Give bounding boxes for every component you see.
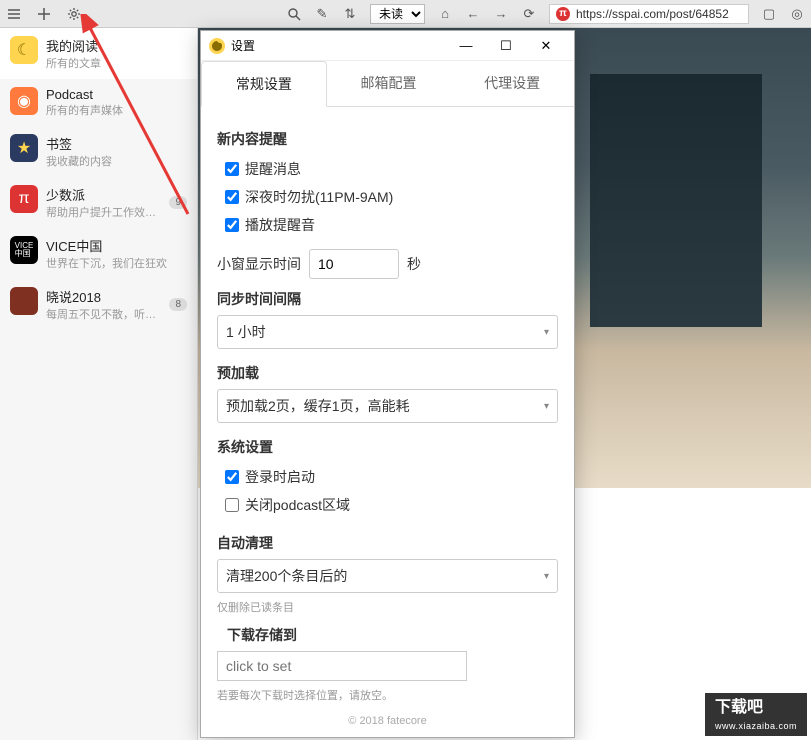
section-autoclean: 自动清理 bbox=[217, 533, 558, 553]
moon-icon: ☾ bbox=[10, 36, 38, 64]
feed-title: Podcast bbox=[46, 87, 187, 102]
settings-dialog: 设置 — ☐ ✕ 常规设置 邮箱配置 代理设置 新内容提醒 提醒消息 深夜时勿扰… bbox=[200, 30, 575, 738]
section-system: 系统设置 bbox=[217, 437, 558, 457]
feed-title: 书签 bbox=[46, 134, 187, 153]
section-sync: 同步时间间隔 bbox=[217, 289, 558, 309]
preload-select[interactable]: 预加载2页，缓存1页，高能耗 bbox=[217, 389, 558, 423]
checkbox-dnd[interactable] bbox=[225, 190, 239, 204]
feed-title: 少数派 bbox=[46, 185, 161, 204]
popup-seconds-input[interactable] bbox=[309, 249, 399, 279]
popup-label-post: 秒 bbox=[407, 254, 421, 274]
feed-item-bookmarks[interactable]: ★ 书签 我收藏的内容 bbox=[0, 126, 197, 177]
gear-icon[interactable] bbox=[66, 6, 82, 22]
checkbox-remind[interactable] bbox=[225, 162, 239, 176]
checkbox-close-podcast[interactable] bbox=[225, 498, 239, 512]
feed-subtitle: 所有的有声媒体 bbox=[46, 102, 187, 118]
menu-icon[interactable] bbox=[6, 6, 22, 22]
filter-select[interactable]: 未读 bbox=[370, 4, 425, 24]
download-arrow-icon: ⬇ bbox=[683, 699, 705, 728]
section-new-content: 新内容提醒 bbox=[217, 129, 558, 149]
feed-item-xiaoshuo[interactable]: 晓说2018 每周五不见不散，听矮大紧老... 8 bbox=[0, 279, 197, 330]
site-favicon: π bbox=[556, 7, 570, 21]
vice-icon: VICE中国 bbox=[10, 236, 38, 264]
dialog-titlebar: 设置 — ☐ ✕ bbox=[201, 31, 574, 61]
url-text: https://sspai.com/post/64852 bbox=[576, 7, 729, 21]
url-bar[interactable]: π https://sspai.com/post/64852 bbox=[549, 4, 749, 24]
podcast-icon: ◉ bbox=[10, 87, 38, 115]
checkbox-sound[interactable] bbox=[225, 218, 239, 232]
feed-title: 晓说2018 bbox=[46, 287, 161, 306]
home-icon[interactable]: ⌂ bbox=[437, 6, 453, 22]
feed-item-sspai[interactable]: π 少数派 帮助用户提升工作效率和生... 9 bbox=[0, 177, 197, 228]
feed-sidebar: ☾ 我的阅读 所有的文章 ◉ Podcast 所有的有声媒体 ★ 书签 我收藏的… bbox=[0, 28, 198, 740]
watermark-url: www.xiazaiba.com bbox=[715, 721, 797, 731]
unread-badge: 8 bbox=[169, 298, 187, 311]
dialog-footer: © 2018 fatecore bbox=[201, 709, 574, 737]
check-remind[interactable]: 提醒消息 bbox=[217, 155, 558, 183]
pi-icon: π bbox=[10, 185, 38, 213]
feed-subtitle: 我收藏的内容 bbox=[46, 153, 187, 169]
feed-item-myreading[interactable]: ☾ 我的阅读 所有的文章 bbox=[0, 28, 197, 79]
feed-title: 我的阅读 bbox=[46, 36, 187, 55]
section-preload: 预加载 bbox=[217, 363, 558, 383]
feed-item-vice[interactable]: VICE中国 VICE中国 世界在下沉，我们在狂欢 bbox=[0, 228, 197, 279]
search-icon[interactable] bbox=[286, 6, 302, 22]
maximize-button[interactable]: ☐ bbox=[486, 32, 526, 60]
tab-proxy[interactable]: 代理设置 bbox=[450, 61, 574, 106]
autoclean-select[interactable]: 清理200个条目后的 bbox=[217, 559, 558, 593]
feed-subtitle: 世界在下沉，我们在狂欢 bbox=[46, 255, 187, 271]
tab-general[interactable]: 常规设置 bbox=[201, 61, 327, 107]
bookmark-icon[interactable]: ▢ bbox=[761, 6, 777, 22]
check-sound[interactable]: 播放提醒音 bbox=[217, 211, 558, 239]
check-dnd[interactable]: 深夜时勿扰(11PM-9AM) bbox=[217, 183, 558, 211]
brush-icon[interactable]: ✎ bbox=[314, 6, 330, 22]
sort-icon[interactable]: ⇅ bbox=[342, 6, 358, 22]
popup-label-pre: 小窗显示时间 bbox=[217, 254, 301, 274]
back-icon[interactable]: ← bbox=[465, 6, 481, 22]
section-download: 下载存储到 bbox=[227, 625, 558, 645]
check-startup[interactable]: 登录时启动 bbox=[217, 463, 558, 491]
app-logo-icon bbox=[209, 38, 225, 54]
checkbox-startup[interactable] bbox=[225, 470, 239, 484]
star-icon: ★ bbox=[10, 134, 38, 162]
autoclean-hint: 仅删除已读条目 bbox=[217, 599, 558, 615]
watermark: ⬇ 下载吧 www.xiazaiba.com bbox=[705, 693, 807, 736]
refresh-icon[interactable]: ⟳ bbox=[521, 6, 537, 22]
compass-icon[interactable]: ◎ bbox=[789, 6, 805, 22]
check-close-podcast[interactable]: 关闭podcast区域 bbox=[217, 491, 558, 519]
top-toolbar: ✎ ⇅ 未读 ⌂ ← → ⟳ π https://sspai.com/post/… bbox=[0, 0, 811, 28]
minimize-button[interactable]: — bbox=[446, 32, 486, 60]
sync-interval-select[interactable]: 1 小时 bbox=[217, 315, 558, 349]
feed-subtitle: 帮助用户提升工作效率和生... bbox=[46, 204, 161, 220]
avatar-icon bbox=[10, 287, 38, 315]
feed-item-podcast[interactable]: ◉ Podcast 所有的有声媒体 bbox=[0, 79, 197, 126]
settings-tabs: 常规设置 邮箱配置 代理设置 bbox=[201, 61, 574, 107]
forward-icon[interactable]: → bbox=[493, 6, 509, 22]
unread-badge: 9 bbox=[169, 196, 187, 209]
tab-mail[interactable]: 邮箱配置 bbox=[327, 61, 451, 106]
download-path-input[interactable] bbox=[217, 651, 467, 681]
watermark-text: 下载吧 bbox=[715, 699, 763, 716]
download-hint: 若要每次下载时选择位置，请放空。 bbox=[217, 687, 558, 703]
feed-subtitle: 所有的文章 bbox=[46, 55, 187, 71]
dialog-body: 新内容提醒 提醒消息 深夜时勿扰(11PM-9AM) 播放提醒音 小窗显示时间 … bbox=[201, 107, 574, 709]
close-button[interactable]: ✕ bbox=[526, 32, 566, 60]
feed-title: VICE中国 bbox=[46, 236, 187, 255]
dialog-title-text: 设置 bbox=[231, 37, 255, 54]
feed-subtitle: 每周五不见不散，听矮大紧老... bbox=[46, 306, 161, 322]
add-icon[interactable] bbox=[36, 6, 52, 22]
